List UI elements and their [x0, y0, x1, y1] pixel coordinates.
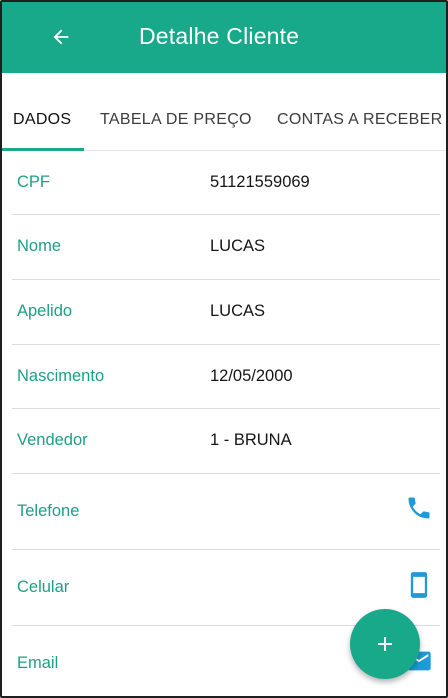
phone-icon[interactable]: [404, 493, 434, 523]
field-value: 51121559069: [210, 173, 310, 191]
field-label: Apelido: [17, 302, 73, 320]
field-row-nascimento: Nascimento 12/05/2000: [12, 345, 440, 409]
add-button[interactable]: [350, 609, 420, 679]
field-label: Nascimento: [17, 367, 105, 385]
field-row-telefone[interactable]: Telefone: [12, 474, 440, 550]
plus-icon: [378, 637, 392, 651]
app-frame: Detalhe Cliente DADOS TABELA DE PREÇO CO…: [0, 0, 448, 698]
field-label: Celular: [17, 578, 70, 596]
app-bar: Detalhe Cliente: [2, 2, 446, 73]
page-title: Detalhe Cliente: [139, 23, 300, 49]
field-label: Telefone: [17, 502, 80, 520]
arrow-left-icon: [53, 29, 69, 45]
back-button[interactable]: [46, 22, 76, 52]
field-row-cpf: CPF 51121559069: [12, 151, 440, 215]
field-label: Vendedor: [17, 431, 88, 449]
field-label: Email: [17, 654, 59, 672]
smartphone-icon[interactable]: [404, 570, 434, 600]
tab-tabela-de-preco[interactable]: TABELA DE PREÇO: [100, 111, 252, 129]
field-value: 1 - BRUNA: [210, 431, 292, 449]
field-value: LUCAS: [210, 302, 266, 320]
field-row-nome: Nome LUCAS: [12, 215, 440, 280]
tab-bar: DADOS TABELA DE PREÇO CONTAS A RECEBER: [2, 73, 446, 151]
field-row-vendedor: Vendedor 1 - BRUNA: [12, 409, 440, 474]
field-label: Nome: [17, 237, 62, 255]
tab-dados[interactable]: DADOS: [13, 111, 71, 129]
tab-contas-a-receber[interactable]: CONTAS A RECEBER: [277, 111, 442, 129]
field-label: CPF: [17, 173, 50, 191]
field-row-apelido: Apelido LUCAS: [12, 280, 440, 345]
field-value: LUCAS: [210, 237, 266, 255]
field-value: 12/05/2000: [210, 367, 293, 385]
